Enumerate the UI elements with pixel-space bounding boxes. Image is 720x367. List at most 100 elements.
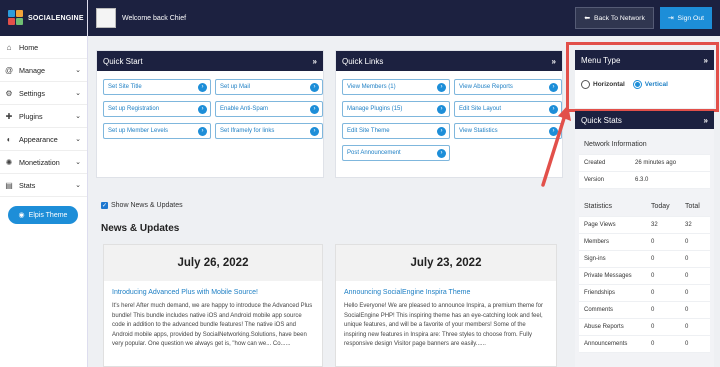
link-label: Set up Registration	[108, 106, 160, 112]
chevron-right-icon: ›	[437, 126, 446, 136]
sidebar-item-label: Stats	[19, 180, 36, 190]
link-label: View Statistics	[459, 128, 498, 134]
quick-link-set-iframely[interactable]: Set Iframely for links ›	[215, 123, 323, 139]
column-header: Total	[685, 203, 700, 210]
sidebar-item-settings[interactable]: ⚙ Settings ⌄	[0, 82, 87, 105]
quick-link-set-site-title[interactable]: Set Site Title ›	[103, 79, 211, 95]
brand-logo[interactable]: SOCIALENGINE	[0, 0, 87, 36]
chevron-right-icon: ›	[198, 104, 207, 114]
stat-total: 32	[685, 222, 692, 228]
chevron-down-icon: ⌄	[75, 159, 81, 166]
chevron-down-icon: ⌄	[75, 113, 81, 120]
sign-out-button[interactable]: ⇥ Sign Out	[659, 7, 712, 29]
sidebar-item-stats[interactable]: ▤ Stats ⌄	[0, 174, 87, 197]
panel-title: Quick Links	[342, 56, 384, 66]
sidebar-item-monetization[interactable]: ✺ Monetization ⌄	[0, 151, 87, 174]
link-label: Set up Member Levels	[108, 128, 169, 134]
link-label: Post Announcement	[347, 150, 401, 156]
elpis-theme-label: Elpis Theme	[28, 211, 68, 219]
elpis-theme-button[interactable]: ◉ Elpis Theme	[8, 206, 78, 224]
quick-link-edit-site-theme[interactable]: Edit Site Theme ›	[342, 123, 450, 139]
chevron-right-icon: ›	[437, 104, 446, 114]
info-value: 26 minutes ago	[635, 160, 677, 166]
table-row: Announcements 0 0	[579, 336, 710, 353]
palette-icon: ◐	[6, 134, 12, 144]
stat-label: Sign-ins	[584, 256, 606, 262]
chevron-right-icon: ›	[437, 148, 446, 158]
stat-today: 0	[651, 290, 655, 296]
quick-link-set-up-member-levels[interactable]: Set up Member Levels ›	[103, 123, 211, 139]
quick-link-set-up-registration[interactable]: Set up Registration ›	[103, 101, 211, 117]
news-card-title-link[interactable]: Introducing Advanced Plus with Mobile So…	[104, 281, 322, 300]
checkbox-checked-icon[interactable]: ✓	[101, 202, 108, 209]
stat-total: 0	[685, 273, 689, 279]
quick-link-set-up-mail[interactable]: Set up Mail ›	[215, 79, 323, 95]
stat-total: 0	[685, 239, 689, 245]
back-to-network-button[interactable]: ⬅ Back To Network	[575, 7, 654, 29]
news-card-title-link[interactable]: Announcing SocialEngine Inspira Theme	[336, 281, 556, 300]
sidebar-item-plugins[interactable]: ✚ Plugins ⌄	[0, 105, 87, 128]
annotation-arrow	[541, 105, 571, 187]
table-row: Comments 0 0	[579, 302, 710, 319]
chevron-right-icon: ›	[310, 82, 319, 92]
home-icon: ⌂	[6, 42, 12, 52]
sidebar-item-label: Manage	[19, 65, 45, 75]
stat-total: 0	[685, 290, 689, 296]
quick-start-header: Quick Start »	[97, 51, 323, 71]
table-row: Friendships 0 0	[579, 285, 710, 302]
quick-link-view-members[interactable]: View Members (1) ›	[342, 79, 450, 95]
sidebar-item-label: Monetization	[19, 157, 60, 167]
quick-start-panel: Quick Start » Set Site Title › Set up Mai…	[96, 50, 324, 178]
show-news-label: Show News & Updates	[111, 202, 183, 209]
quick-link-view-abuse-reports[interactable]: View Abuse Reports ›	[454, 79, 562, 95]
stat-total: 0	[685, 256, 689, 262]
double-chevron-right-icon[interactable]: »	[313, 57, 317, 66]
link-label: View Abuse Reports	[459, 84, 513, 90]
table-row: Private Messages 0 0	[579, 268, 710, 285]
gear-money-icon: ✺	[5, 157, 13, 167]
quick-link-manage-plugins[interactable]: Manage Plugins (15) ›	[342, 101, 450, 117]
show-news-toggle[interactable]: ✓ Show News & Updates	[101, 202, 183, 209]
sidebar-item-appearance[interactable]: ◐ Appearance ⌄	[0, 128, 87, 151]
link-label: Set Iframely for links	[220, 128, 275, 134]
link-label: View Members (1)	[347, 84, 396, 90]
sidebar-item-label: Settings	[19, 88, 45, 98]
link-label: Edit Site Layout	[459, 106, 502, 112]
table-heading: Network Information	[584, 141, 647, 148]
chevron-right-icon: ›	[437, 82, 446, 92]
quick-links-list: View Members (1) › View Abuse Reports › Ma…	[336, 71, 562, 169]
gear-icon: ⚙	[5, 88, 13, 98]
plugin-icon: ✚	[5, 111, 13, 121]
sign-out-label: Sign Out	[677, 14, 704, 22]
back-to-network-label: Back To Network	[593, 14, 645, 22]
quick-stats-header: Quick Stats »	[575, 111, 714, 129]
quick-link-enable-anti-spam[interactable]: Enable Anti-Spam ›	[215, 101, 323, 117]
link-label: Set up Mail	[220, 84, 251, 90]
avatar[interactable]	[96, 8, 116, 28]
stat-today: 0	[651, 273, 655, 279]
stat-label: Abuse Reports	[584, 324, 624, 330]
sidebar-item-manage[interactable]: @ Manage ⌄	[0, 59, 87, 82]
network-info-table: Network Information Created 26 minutes ag…	[579, 135, 710, 189]
double-chevron-right-icon[interactable]: »	[552, 57, 556, 66]
stat-label: Private Messages	[584, 273, 632, 279]
news-card-body: It's here! After much demand, we are hap…	[112, 303, 313, 347]
quick-start-links: Set Site Title › Set up Mail › Set up Regi…	[97, 71, 323, 147]
stat-today: 0	[651, 307, 655, 313]
table-row: Page Views 32 32	[579, 217, 710, 234]
news-card-date: July 23, 2022	[336, 245, 556, 281]
table-row: Created 26 minutes ago	[579, 155, 710, 172]
quick-link-post-announcement[interactable]: Post Announcement ›	[342, 145, 450, 161]
socialengine-logo-icon	[8, 10, 24, 26]
quick-links-panel: Quick Links » View Members (1) › View Abu…	[335, 50, 563, 178]
link-label: Edit Site Theme	[347, 128, 390, 134]
quick-links-header: Quick Links »	[336, 51, 562, 71]
column-header: Statistics	[584, 203, 613, 210]
stat-label: Page Views	[584, 222, 616, 228]
brand-name: SOCIALENGINE	[28, 14, 84, 22]
double-chevron-right-icon[interactable]: »	[704, 116, 708, 125]
network-info-heading: Network Information	[579, 135, 710, 155]
stat-total: 0	[685, 307, 689, 313]
sidebar-item-home[interactable]: ⌂ Home	[0, 36, 87, 59]
chevron-right-icon: ›	[310, 126, 319, 136]
